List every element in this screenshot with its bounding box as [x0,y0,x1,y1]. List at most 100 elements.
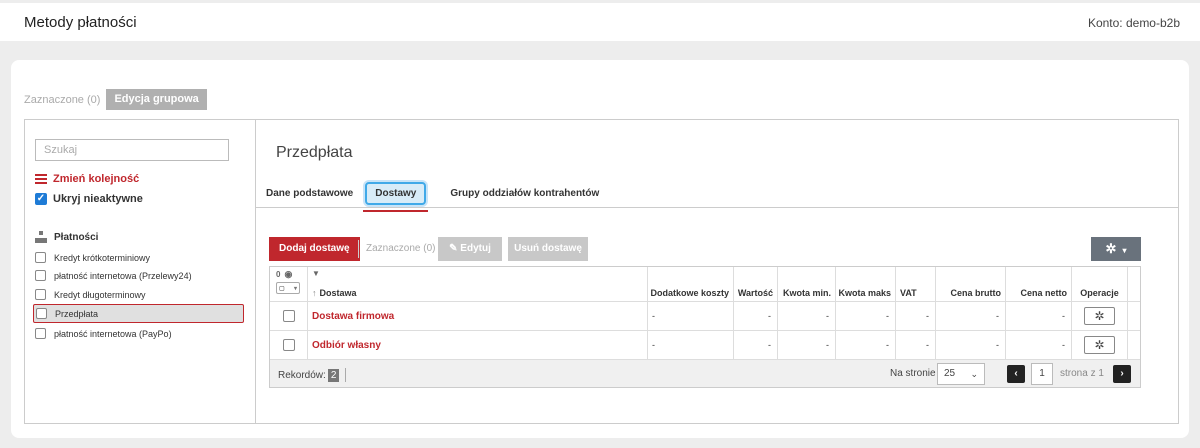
table-footer: Rekordów: 2 Na stronie 25 ⌄ ‹ 1 strona z… [270,359,1140,387]
select-dropdown[interactable]: ▢ ▾ [276,282,300,294]
row-name-cell: Dostawa firmowa [308,302,648,330]
row-operations: ✲ [1072,331,1128,359]
row-min: - [778,331,836,359]
payment-item-label: płatność internetowa (Przelewy24) [54,270,192,281]
reorder-link[interactable]: Zmień kolejność [35,173,139,185]
delete-delivery-button[interactable]: Usuń dostawę [508,237,588,261]
caret-down-icon: ▾ [1122,246,1127,255]
delivery-name-link[interactable]: Dostawa firmowa [312,311,394,322]
toolbar-divider [358,240,359,258]
checkbox[interactable] [35,289,46,300]
group-edit-button[interactable]: Edycja grupowa [106,89,207,110]
row-gross: - [936,302,1006,330]
tab-basic-data[interactable]: Dane podstawowe [266,188,353,199]
payment-item-label: Przedpłata [55,308,99,319]
col-max[interactable]: Kwota maks [836,267,896,301]
col-vat[interactable]: VAT [896,267,936,301]
row-settings-button[interactable]: ✲ [1084,307,1115,325]
checkbox[interactable] [35,270,46,281]
row-vat: - [896,302,936,330]
payment-item[interactable]: Kredyt długoterminowy [33,285,244,304]
page-of-label: strona z 1 [1060,368,1104,379]
checkbox[interactable] [36,308,47,319]
per-page-label: Na stronie [890,368,936,379]
col-name-label: Dostawa [319,288,357,298]
chevron-down-icon: ⌄ [970,369,978,379]
checkbox-checked-icon: ✓ [35,193,47,205]
per-page-value: 25 [944,368,956,379]
bulk-actions: Zaznaczone (0) Edycja grupowa [24,89,207,110]
row-name-cell: Odbiór własny [308,331,648,359]
account-label[interactable]: Konto: demo-b2b [1088,16,1180,30]
records-count: 2 [327,368,340,382]
payment-item-active[interactable]: Przedpłata [33,304,244,323]
select-all-icon: ▢ [279,285,285,292]
filter-icon[interactable]: ▼ [312,269,320,278]
chevron-left-icon: ‹ [1014,368,1018,379]
tab-branch-groups[interactable]: Grupy oddziałów kontrahentów [450,188,599,199]
deliveries-table: 0 ◉ ▢ ▾ ▼ ↑ Dostawa Dodatkowe koszty Warto… [269,266,1141,388]
col-net[interactable]: Cena netto [1006,267,1072,301]
payment-item-label: Kredyt krótkoterminiowy [54,252,151,263]
column-tools: 0 ◉ [276,269,292,280]
checkbox[interactable] [35,252,46,263]
col-gross[interactable]: Cena brutto [936,267,1006,301]
detail-panel: Przedpłata Dane podstawowe Dostawy Grupy… [255,119,1179,424]
row-net: - [1006,302,1072,330]
col-extra-costs[interactable]: Dodatkowe koszty [648,267,734,301]
table-row: Odbiór własny - - - - - - - ✲ [270,330,1140,359]
prev-page-button[interactable]: ‹ [1007,365,1025,383]
records-label: Rekordów: [278,369,326,381]
eye-icon[interactable]: ◉ [284,269,292,280]
hidden-count: 0 [276,270,281,279]
settings-menu-button[interactable]: ✲ ▾ [1091,237,1141,261]
add-delivery-button[interactable]: Dodaj dostawę [269,237,360,261]
hide-inactive-checkbox[interactable]: ✓ Ukryj nieaktywne [35,193,143,205]
row-vat: - [896,331,936,359]
row-value: - [734,331,778,359]
checkbox[interactable] [35,328,46,339]
deliveries-toolbar: Dodaj dostawę Zaznaczone (0) ✎ Edytuj Us… [269,237,1141,261]
edit-label: Edytuj [460,243,491,254]
delivery-name-link[interactable]: Odbiór własny [312,340,381,351]
tab-deliveries[interactable]: Dostawy [363,181,429,212]
edit-button[interactable]: ✎ Edytuj [438,237,502,261]
detail-tabs: Dane podstawowe Dostawy Grupy oddziałów … [266,178,619,212]
tab-divider [256,207,1178,208]
payment-item-label: płatność internetowa (PayPo) [54,328,172,339]
row-checkbox[interactable] [282,339,295,351]
row-settings-button[interactable]: ✲ [1084,336,1115,354]
bulk-selected-count: Zaznaczone (0) [24,93,101,106]
gear-icon: ✲ [1094,309,1105,323]
search-input[interactable] [35,139,229,161]
payment-item[interactable]: płatność internetowa (Przelewy24) [33,266,244,285]
row-operations: ✲ [1072,302,1128,330]
payment-item[interactable]: Kredyt krótkoterminiowy [33,248,244,267]
row-select-cell [270,302,308,330]
row-min: - [778,302,836,330]
col-min[interactable]: Kwota min. [778,267,836,301]
row-extra: - [648,331,734,359]
gear-icon: ✲ [1105,241,1117,256]
chevron-down-icon: ▾ [293,285,297,292]
row-checkbox[interactable] [282,310,295,322]
tree-icon [35,231,47,243]
payments-group-label: Płatności [54,231,99,243]
row-gross: - [936,331,1006,359]
row-max: - [836,331,896,359]
per-page-select[interactable]: 25 ⌄ [937,363,985,385]
page-title: Metody płatności [24,14,137,31]
payments-group-title: Płatności [35,231,98,243]
selected-count: Zaznaczone (0) [366,243,436,254]
col-value[interactable]: Wartość [734,267,778,301]
row-max: - [836,302,896,330]
chevron-right-icon: › [1120,368,1124,379]
page-number-input[interactable]: 1 [1031,363,1053,385]
table-row: Dostawa firmowa - - - - - - - ✲ [270,301,1140,330]
row-net: - [1006,331,1072,359]
col-name[interactable]: ▼ ↑ Dostawa [308,267,648,301]
payment-item[interactable]: płatność internetowa (PayPo) [33,324,244,343]
reorder-label: Zmień kolejność [53,173,140,185]
next-page-button[interactable]: › [1113,365,1131,383]
row-select-cell [270,331,308,359]
